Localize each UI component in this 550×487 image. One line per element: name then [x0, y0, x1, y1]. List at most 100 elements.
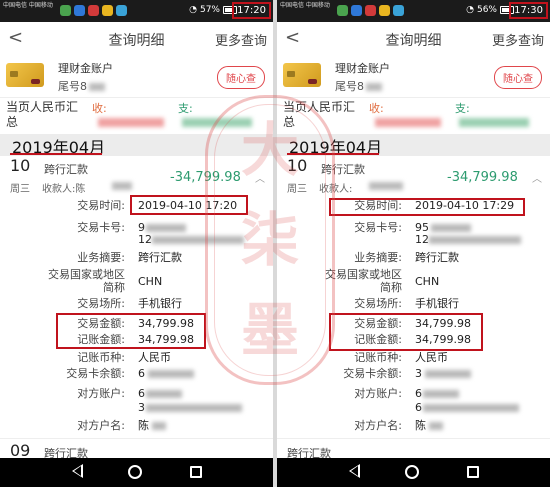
- month-header: 2019年04月: [277, 134, 550, 157]
- detail-value: 3: [415, 367, 422, 380]
- wifi-icon: ◔: [189, 5, 197, 15]
- account-tail-number: 尾号8: [335, 78, 382, 94]
- chevron-up-icon[interactable]: ︿: [532, 170, 542, 185]
- annotation-box-time: [130, 195, 248, 215]
- transaction-summary-row[interactable]: 10 跨行汇款 周三 收款人: -34,799.98 ︿: [277, 156, 550, 196]
- expense-label: 支:: [178, 102, 193, 115]
- detail-row-counter-name: 对方户名: 陈: [277, 418, 550, 436]
- detail-row-region: 交易国家或地区简称 CHN: [0, 268, 273, 296]
- nav-home-icon[interactable]: [128, 465, 142, 479]
- detail-row-counter-account-2: 3: [0, 400, 273, 418]
- title-bar: < 查询明细 更多查询: [0, 22, 273, 56]
- detail-label: 交易卡余额:: [343, 367, 402, 380]
- next-transaction-row[interactable]: 09 跨行汇款: [0, 438, 273, 460]
- masked-card-number: [431, 224, 471, 232]
- detail-row-balance: 交易卡余额: 6: [0, 366, 273, 384]
- detail-value: 手机银行: [415, 297, 459, 310]
- carrier-label: 中国电信 中国移动: [3, 2, 53, 9]
- nav-back-icon[interactable]: [349, 464, 360, 478]
- detail-row-summary: 业务摘要: 跨行汇款: [0, 250, 273, 268]
- annotation-box-time: [329, 198, 525, 216]
- nav-recent-icon[interactable]: [467, 466, 479, 478]
- detail-label: 交易国家或地区简称: [325, 268, 402, 294]
- transaction-weekday: 周三: [287, 184, 307, 195]
- detail-value: 陈: [138, 419, 149, 432]
- detail-value: 跨行汇款: [138, 251, 182, 264]
- detail-row-counter-account-2: 6: [277, 400, 550, 418]
- expense-value-blurred: [182, 118, 252, 127]
- detail-row-venue: 交易场所: 手机银行: [0, 296, 273, 314]
- more-query-button[interactable]: 更多查询: [492, 30, 544, 49]
- masked-card-number: [429, 236, 521, 244]
- detail-value: 手机银行: [138, 297, 182, 310]
- account-name: 理财金账户: [58, 62, 113, 75]
- masked-account: [146, 404, 242, 412]
- app-notification-icon: [116, 5, 127, 16]
- annotation-underline: [287, 153, 379, 155]
- detail-label: 记账币种:: [354, 351, 402, 364]
- wifi-icon: ◔: [466, 5, 474, 15]
- detail-label: 对方户名:: [354, 419, 402, 432]
- detail-value: 12: [415, 233, 429, 246]
- app-notification-icon: [88, 5, 99, 16]
- masked-balance: [148, 370, 194, 378]
- app-notification-icon: [365, 5, 376, 16]
- phone-screen-left: 中国电信 中国移动 ◔ 57% 17:20 < 查询明细 更多查询 理财金账户 …: [0, 0, 273, 487]
- detail-value: 6: [138, 367, 145, 380]
- detail-value: 人民币: [415, 351, 448, 364]
- quick-query-button[interactable]: 随心查: [494, 66, 542, 89]
- masked-account: [423, 390, 459, 398]
- detail-label: 交易场所:: [354, 297, 402, 310]
- transaction-summary-row[interactable]: 10 跨行汇款 周三 收款人:陈 -34,799.98 ︿: [0, 156, 273, 196]
- account-tail-number: 尾号8: [58, 78, 105, 94]
- nav-home-icon[interactable]: [405, 465, 419, 479]
- transaction-weekday: 周三: [10, 184, 30, 195]
- bank-card-icon: [283, 63, 321, 87]
- masked-name: [429, 422, 443, 430]
- status-time: 17:20: [232, 2, 271, 19]
- status-right: ◔ 57%: [189, 5, 237, 15]
- account-tail-text: 尾号8: [58, 80, 87, 93]
- status-time: 17:30: [509, 2, 548, 19]
- masked-digits: [89, 83, 105, 91]
- nav-recent-icon[interactable]: [190, 466, 202, 478]
- quick-query-button[interactable]: 随心查: [217, 66, 265, 89]
- annotation-box-amount: [56, 313, 206, 349]
- detail-label: 业务摘要:: [354, 251, 402, 264]
- detail-label: 记账币种:: [77, 351, 125, 364]
- account-tail-text: 尾号8: [335, 80, 364, 93]
- app-notification-icon: [351, 5, 362, 16]
- app-notification-icon: [393, 5, 404, 16]
- payee-label: 收款人:陈: [42, 184, 86, 195]
- detail-label: 交易卡余额:: [66, 367, 125, 380]
- detail-value: 陈: [415, 419, 426, 432]
- detail-value: 12: [138, 233, 152, 246]
- detail-value: 跨行汇款: [415, 251, 459, 264]
- income-value-blurred: [375, 118, 441, 127]
- account-row: 理财金账户 尾号8 随心查: [277, 56, 550, 98]
- notification-icons: [337, 5, 404, 16]
- masked-account: [146, 390, 182, 398]
- nav-back-icon[interactable]: [72, 464, 83, 478]
- next-transaction-row[interactable]: 跨行汇款: [277, 438, 550, 460]
- payee-name-blurred: [369, 182, 403, 190]
- page-summary: 当页人民币汇总 收: 支:: [0, 98, 273, 134]
- chevron-up-icon[interactable]: ︿: [255, 170, 265, 185]
- masked-name: [152, 422, 166, 430]
- bank-card-icon: [6, 63, 44, 87]
- android-nav-bar: [0, 458, 273, 487]
- detail-label: 交易国家或地区简称: [48, 268, 125, 294]
- carrier-label: 中国电信 中国移动: [280, 2, 330, 9]
- expense-value-blurred: [459, 118, 529, 127]
- detail-row-card-2: 12: [0, 232, 273, 250]
- detail-row-balance: 交易卡余额: 3: [277, 366, 550, 384]
- detail-value: CHN: [415, 275, 440, 288]
- detail-label: 交易时间:: [77, 199, 125, 212]
- transaction-amount: -34,799.98: [170, 170, 241, 185]
- phone-screen-right: 中国电信 中国移动 ◔ 56% 17:30 < 查询明细 更多查询 理财金账户 …: [277, 0, 550, 487]
- more-query-button[interactable]: 更多查询: [215, 30, 267, 49]
- masked-digits: [366, 83, 382, 91]
- app-notification-icon: [74, 5, 85, 16]
- status-right: ◔ 56%: [466, 5, 514, 15]
- annotation-box-amount: [329, 313, 483, 351]
